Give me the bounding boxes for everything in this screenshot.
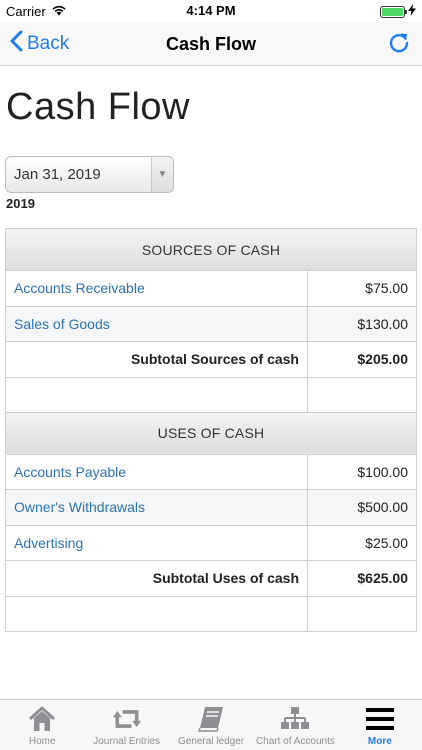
- tab-general-ledger[interactable]: General ledger: [169, 700, 253, 750]
- account-link-advertising[interactable]: Advertising: [5, 524, 308, 561]
- home-icon: [27, 706, 57, 732]
- back-button[interactable]: Back: [10, 30, 69, 58]
- battery-icon: [380, 5, 407, 18]
- refresh-icon: [386, 33, 412, 60]
- general-ledger-icon: [196, 706, 226, 732]
- tab-home[interactable]: Home: [0, 700, 84, 750]
- cash-flow-table: SOURCES OF CASH Accounts Receivable $75.…: [5, 228, 417, 632]
- amount-cell: $75.00: [307, 270, 417, 307]
- amount-cell: $100.00: [307, 453, 417, 490]
- tab-label: More: [367, 736, 392, 747]
- spacer-row: [5, 376, 417, 413]
- tab-label: General ledger: [177, 736, 245, 747]
- date-select[interactable]: Jan 31, 2019 ▼: [5, 156, 174, 193]
- tab-label: Journal Entries: [93, 736, 160, 747]
- empty-cell: [5, 595, 308, 632]
- status-right: [380, 4, 416, 19]
- status-bar: Carrier 4:14 PM: [0, 0, 422, 22]
- battery-fill: [382, 7, 403, 16]
- journal-entries-icon: [112, 706, 142, 732]
- amount-cell: $25.00: [307, 524, 417, 561]
- sources-subtotal-label: Subtotal Sources of cash: [5, 341, 308, 378]
- chevron-down-icon: ▼: [151, 157, 173, 192]
- amount-cell: $130.00: [307, 305, 417, 342]
- uses-header: USES OF CASH: [5, 411, 417, 455]
- date-select-value: Jan 31, 2019: [14, 166, 101, 183]
- account-link-owners-withdrawals[interactable]: Owner's Withdrawals: [5, 489, 308, 526]
- empty-cell: [307, 376, 417, 413]
- account-link-accounts-payable[interactable]: Accounts Payable: [5, 453, 308, 490]
- account-link-sales-of-goods[interactable]: Sales of Goods: [5, 305, 308, 342]
- back-label: Back: [27, 33, 70, 54]
- sources-subtotal-amount: $205.00: [307, 341, 417, 378]
- empty-cell: [307, 595, 417, 632]
- table-row: Accounts Receivable $75.00: [5, 270, 417, 307]
- chevron-left-icon: [10, 30, 27, 58]
- table-row: Sales of Goods $130.00: [5, 305, 417, 342]
- page-title: Cash Flow: [6, 86, 190, 128]
- table-row: Advertising $25.00: [5, 524, 417, 561]
- refresh-button[interactable]: [386, 30, 412, 56]
- uses-header-row: USES OF CASH: [5, 411, 417, 455]
- amount-cell: $500.00: [307, 489, 417, 526]
- navigation-bar: Back Cash Flow: [0, 22, 422, 66]
- table-row: Accounts Payable $100.00: [5, 453, 417, 490]
- tab-label: Chart of Accounts: [255, 736, 335, 747]
- tab-more[interactable]: More: [338, 700, 422, 750]
- more-icon: [365, 706, 395, 732]
- empty-cell: [5, 376, 308, 413]
- uses-subtotal-label: Subtotal Uses of cash: [5, 560, 308, 597]
- chart-of-accounts-icon: [280, 706, 310, 732]
- year-label: 2019: [6, 196, 35, 211]
- tab-bar: Home Journal Entries General ledger Char…: [0, 699, 422, 750]
- tab-chart-of-accounts[interactable]: Chart of Accounts: [253, 700, 337, 750]
- status-time: 4:14 PM: [186, 3, 236, 18]
- tab-journal-entries[interactable]: Journal Entries: [84, 700, 168, 750]
- uses-subtotal-amount: $625.00: [307, 560, 417, 597]
- tab-label: Home: [28, 736, 56, 747]
- sources-header: SOURCES OF CASH: [5, 228, 417, 271]
- sources-header-row: SOURCES OF CASH: [5, 228, 417, 271]
- uses-subtotal-row: Subtotal Uses of cash $625.00: [5, 560, 417, 597]
- table-row: Owner's Withdrawals $500.00: [5, 489, 417, 526]
- account-link-accounts-receivable[interactable]: Accounts Receivable: [5, 270, 308, 307]
- spacer-row: [5, 595, 417, 632]
- charging-bolt-icon: [408, 4, 416, 19]
- sources-subtotal-row: Subtotal Sources of cash $205.00: [5, 341, 417, 378]
